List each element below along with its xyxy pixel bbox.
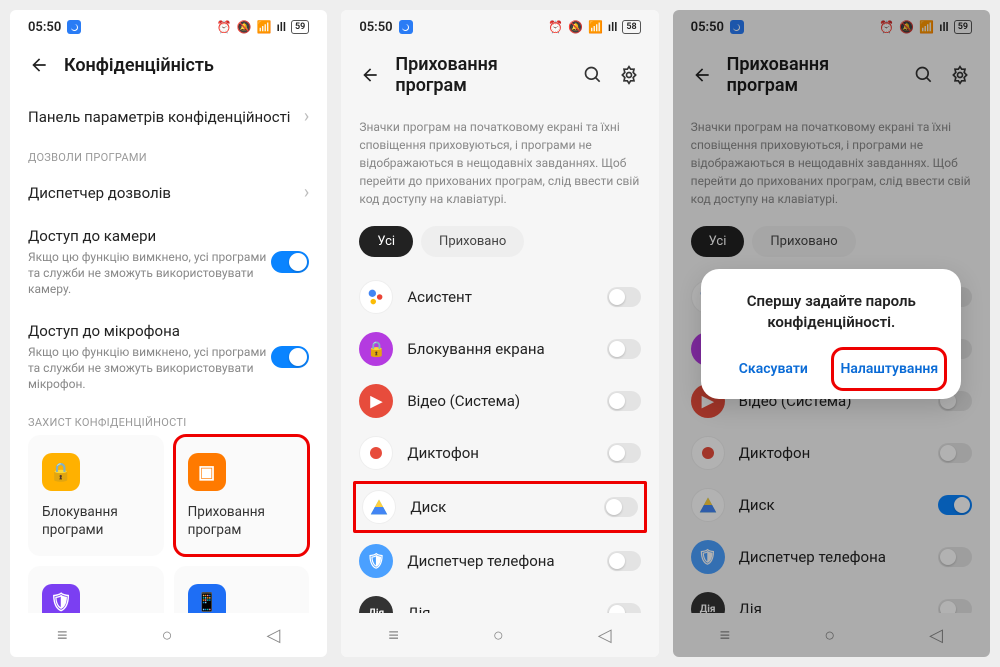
status-icons: ⏰🔕📶ıll 59 bbox=[217, 20, 310, 34]
chip-all[interactable]: Усі bbox=[359, 226, 413, 257]
back-button[interactable] bbox=[359, 64, 381, 86]
safe-icon: 🛡 bbox=[42, 584, 80, 613]
dialog-settings-button[interactable]: Налаштування bbox=[835, 351, 943, 387]
back-nav-button[interactable]: ◁ bbox=[266, 625, 280, 646]
app-toggle[interactable] bbox=[607, 391, 641, 411]
mic-toggle[interactable] bbox=[271, 346, 309, 368]
app-icon: 🔒 bbox=[359, 332, 393, 366]
hide-icon: ▣ bbox=[188, 453, 226, 491]
status-bar: 05:50 ⏰🔕📶ıll58 bbox=[341, 10, 658, 44]
app-name: Відео (Система) bbox=[407, 392, 592, 410]
app-icon: Дія bbox=[359, 596, 393, 613]
camera-toggle[interactable] bbox=[271, 251, 309, 273]
back-button[interactable] bbox=[28, 54, 50, 76]
app-badge-icon bbox=[399, 20, 413, 34]
app-toggle[interactable] bbox=[607, 443, 641, 463]
recent-button[interactable]: ≡ bbox=[388, 625, 399, 646]
app-icon: ▶ bbox=[359, 384, 393, 418]
filter-chips: Усі Приховано bbox=[359, 226, 640, 257]
lock-icon: 🔒 bbox=[42, 453, 80, 491]
header: Конфіденційність bbox=[10, 44, 327, 94]
app-row: Диктофон bbox=[359, 427, 640, 479]
app-toggle[interactable] bbox=[607, 287, 641, 307]
app-name: Асистент bbox=[407, 288, 592, 306]
nav-bar: ≡ ○ ◁ bbox=[341, 613, 658, 657]
app-name: Блокування екрана bbox=[407, 340, 592, 358]
section-label: ДОЗВОЛИ ПРОГРАМИ bbox=[28, 151, 309, 164]
mic-access-row: Доступ до мікрофона Якщо цю функцію вимк… bbox=[28, 310, 309, 405]
dialog-overlay: Спершу задайте пароль конфіденційності. … bbox=[673, 10, 990, 657]
password-dialog: Спершу задайте пароль конфіденційності. … bbox=[701, 269, 961, 399]
app-name: Дія bbox=[407, 604, 592, 613]
status-bar: 05:50 ⏰🔕📶ıll 59 bbox=[10, 10, 327, 44]
settings-icon[interactable] bbox=[617, 63, 641, 87]
app-row: ▶ Відео (Система) bbox=[359, 375, 640, 427]
card-app-lock[interactable]: 🔒 Блокування програми bbox=[28, 435, 164, 555]
home-button[interactable]: ○ bbox=[162, 625, 173, 646]
header: Приховання програм bbox=[341, 44, 658, 114]
app-toggle[interactable] bbox=[607, 603, 641, 613]
permission-manager-row[interactable]: Диспетчер дозволів › bbox=[28, 170, 309, 215]
page-title: Конфіденційність bbox=[64, 55, 309, 76]
app-toggle[interactable] bbox=[607, 551, 641, 571]
dialog-message: Спершу задайте пароль конфіденційності. bbox=[719, 291, 943, 333]
dialog-cancel-button[interactable]: Скасувати bbox=[719, 351, 827, 387]
app-icon: 🛡 bbox=[359, 544, 393, 578]
app-toggle[interactable] bbox=[604, 497, 638, 517]
home-button[interactable]: ○ bbox=[493, 625, 504, 646]
app-name: Диспетчер телефона bbox=[407, 552, 592, 570]
search-icon[interactable] bbox=[581, 63, 605, 87]
section-label: ЗАХИСТ КОНФІДЕНЦІЙНОСТІ bbox=[28, 416, 309, 429]
nav-bar: ≡ ○ ◁ bbox=[10, 613, 327, 657]
privacy-panel-row[interactable]: Панель параметрів конфіденційності › bbox=[28, 94, 309, 139]
hint-text: Значки програм на початковому екрані та … bbox=[359, 114, 640, 226]
app-row: 🛡 Диспетчер телефона bbox=[359, 535, 640, 587]
chip-hidden[interactable]: Приховано bbox=[421, 226, 524, 257]
clone-icon: 📱 bbox=[188, 584, 226, 613]
app-name: Диск bbox=[410, 498, 589, 516]
app-row: Асистент bbox=[359, 271, 640, 323]
camera-access-row: Доступ до камери Якщо цю функцію вимкнен… bbox=[28, 215, 309, 310]
app-icon bbox=[359, 436, 393, 470]
app-row: Дія Дія bbox=[359, 587, 640, 613]
back-nav-button[interactable]: ◁ bbox=[598, 625, 612, 646]
app-name: Диктофон bbox=[407, 444, 592, 462]
chevron-right-icon: › bbox=[304, 182, 309, 203]
app-badge-icon bbox=[67, 20, 81, 34]
app-toggle[interactable] bbox=[607, 339, 641, 359]
status-time: 05:50 bbox=[28, 20, 61, 35]
recent-button[interactable]: ≡ bbox=[57, 625, 68, 646]
card-system-clone[interactable]: 📱 Засіб клонування системи bbox=[174, 566, 310, 613]
card-private-safe[interactable]: 🛡 Особистий сейф bbox=[28, 566, 164, 613]
app-icon bbox=[362, 490, 396, 524]
card-hide-apps[interactable]: ▣ Приховання програм bbox=[174, 435, 310, 555]
chevron-right-icon: › bbox=[304, 106, 309, 127]
app-row: 🔒 Блокування екрана bbox=[359, 323, 640, 375]
app-icon bbox=[359, 280, 393, 314]
app-row: Диск bbox=[353, 481, 646, 533]
page-title: Приховання програм bbox=[395, 54, 566, 96]
